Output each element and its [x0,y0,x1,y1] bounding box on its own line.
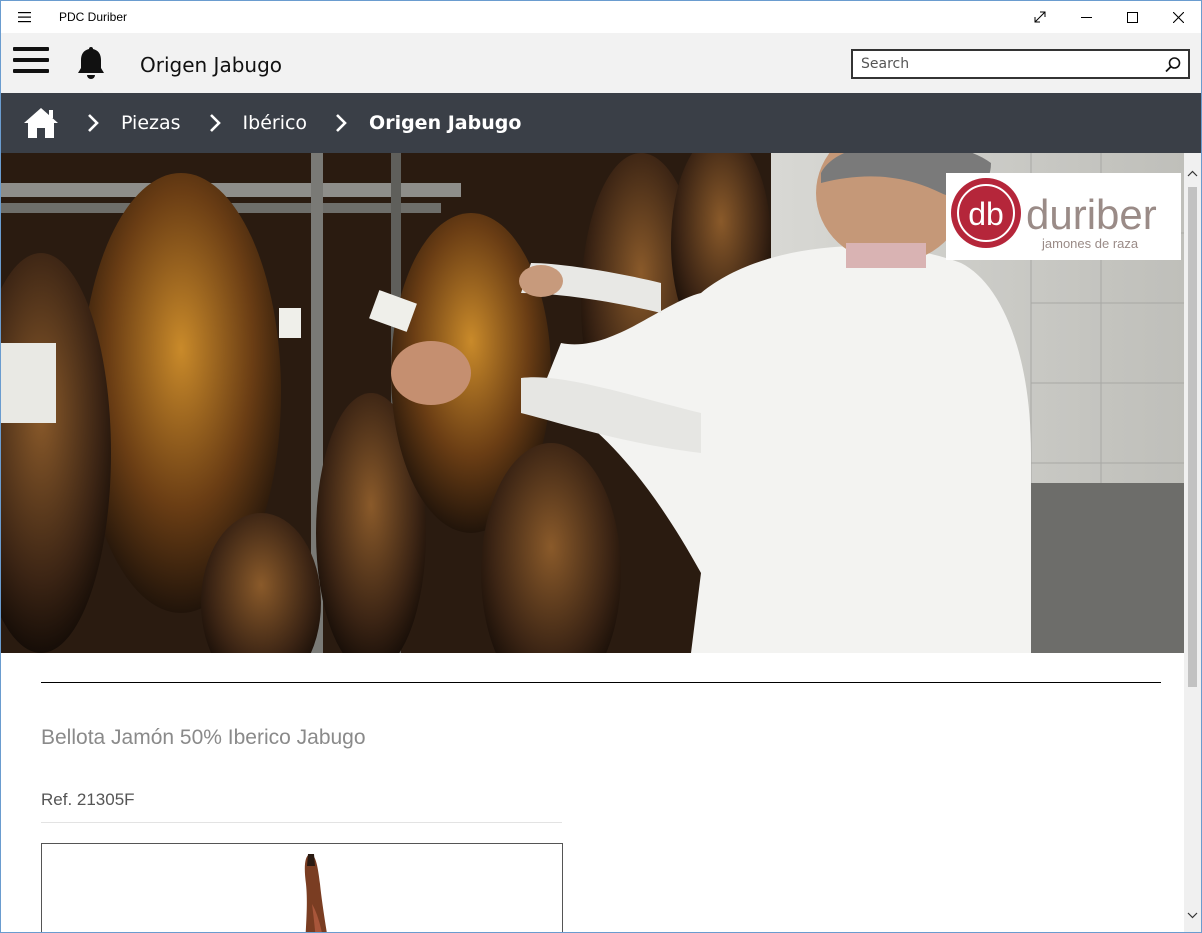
fullscreen-button[interactable] [1017,1,1063,33]
product-name: Bellota Jamón 50% Iberico Jabugo [41,726,366,749]
close-icon [1172,11,1184,23]
scroll-thumb[interactable] [1188,187,1197,687]
maximize-button[interactable] [1109,1,1155,33]
bell-icon[interactable] [75,45,107,81]
home-icon[interactable] [23,107,59,139]
product-image[interactable] [41,843,563,932]
title-bar: PDC Duriber [1,1,1201,33]
page-title: Origen Jabugo [140,53,283,77]
minimize-icon [1080,16,1092,18]
chevron-right-icon [209,114,221,132]
chevron-right-icon [336,114,347,132]
hamburger-icon[interactable] [13,47,49,77]
logo-wordmark: duriber [1026,191,1157,238]
breadcrumb-current: Origen Jabugo [369,112,522,134]
chevron-up-icon [1187,170,1198,177]
main-content: db duriber jamones de raza Bellota Jamón… [1,153,1184,932]
maximize-icon [1126,11,1138,23]
ref-divider [41,822,562,823]
fullscreen-icon [1034,11,1046,23]
scroll-up-button[interactable] [1184,165,1201,182]
search-box [851,49,1190,79]
duriber-logo-mark: db duriber jamones de raza [951,178,1157,251]
app-window: PDC Duriber Origen Jabugo Search Piezas … [0,0,1202,933]
duriber-logo: db duriber jamones de raza [946,173,1181,260]
breadcrumb: Piezas Ibérico Origen Jabugo [1,93,1201,153]
chevron-right-icon [88,114,99,132]
hero-image: db duriber jamones de raza [1,153,1184,653]
scroll-down-button[interactable] [1184,907,1201,924]
logo-tagline: jamones de raza [1041,236,1139,251]
product-ref: Ref. 21305F [41,790,135,809]
section-divider [41,682,1161,683]
window-menu-button[interactable] [1,1,49,33]
search-input[interactable] [853,56,1153,72]
chevron-down-icon [1187,912,1198,919]
window-title: PDC Duriber [59,10,128,24]
vertical-scrollbar[interactable] [1184,153,1201,932]
ham-product-photo [304,854,327,932]
window-controls [1017,1,1201,33]
hamburger-small-icon [18,12,31,23]
minimize-button[interactable] [1063,1,1109,33]
breadcrumb-item-piezas[interactable]: Piezas [121,112,181,134]
logo-monogram: db [968,196,1004,232]
breadcrumb-item-iberico[interactable]: Ibérico [243,112,308,134]
close-button[interactable] [1155,1,1201,33]
search-icon[interactable] [1164,56,1182,74]
app-header: Origen Jabugo [1,33,1201,93]
